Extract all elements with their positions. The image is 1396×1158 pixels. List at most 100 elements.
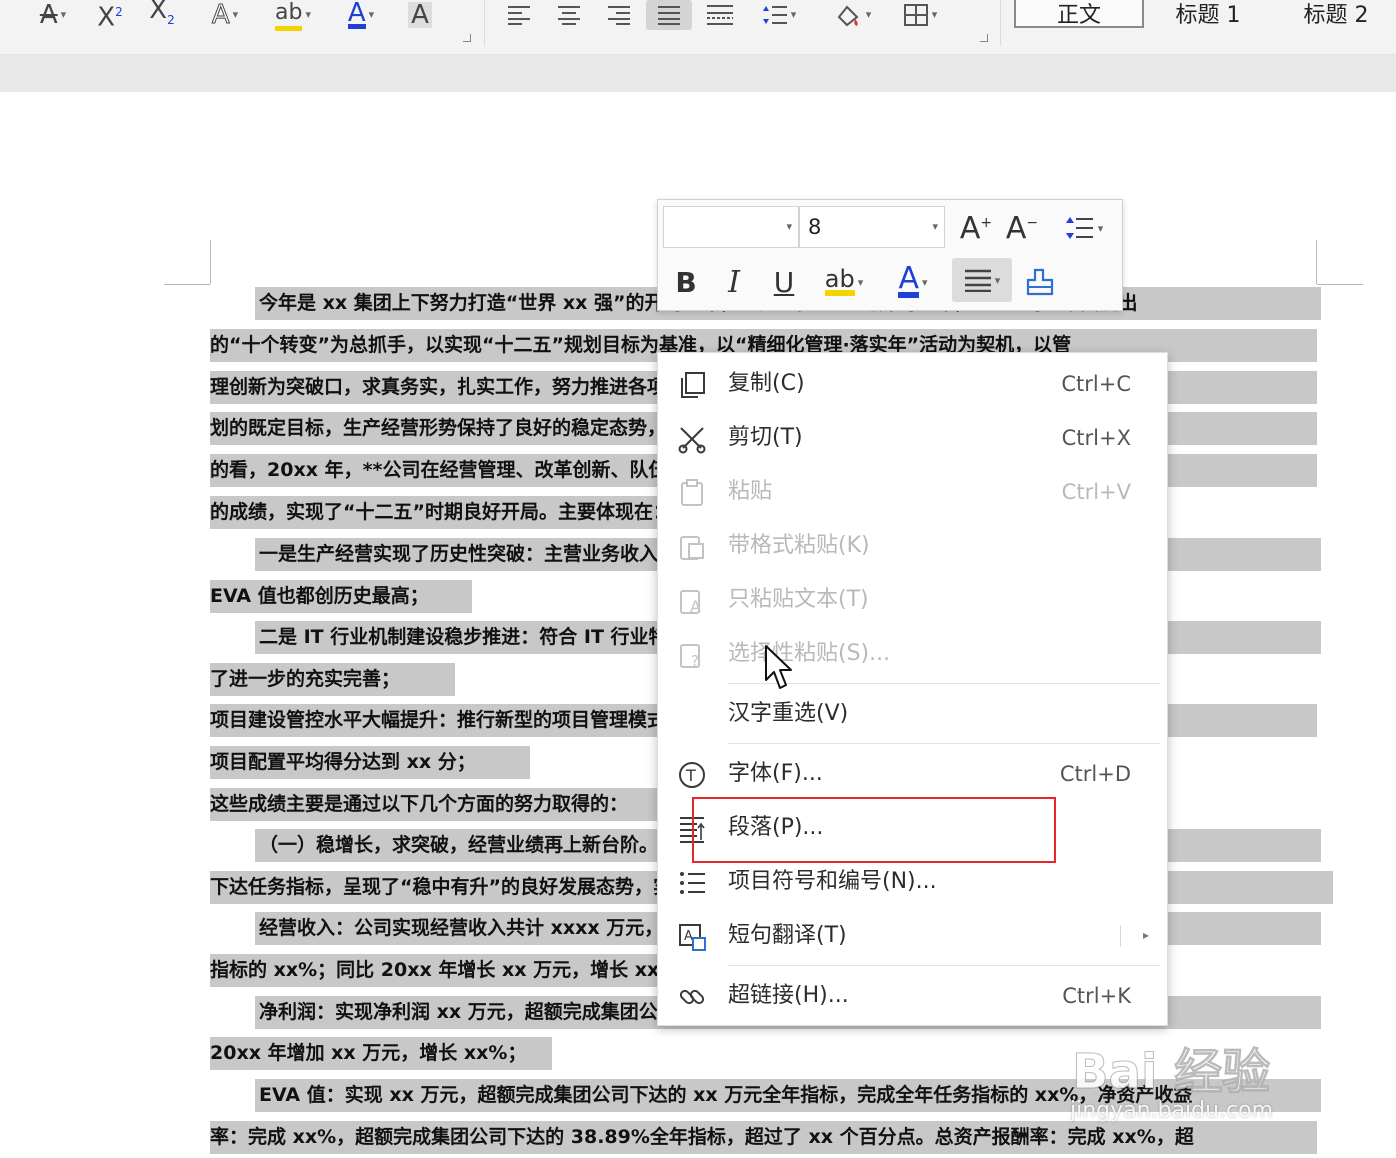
annotation-highlight-box	[692, 797, 1056, 863]
menu-item-paste[interactable]: 粘贴 Ctrl+V	[658, 467, 1167, 517]
watermark-logo: Bai 经验	[1071, 1044, 1271, 1101]
style-heading-2[interactable]: 标题 2	[1276, 0, 1396, 28]
italic-button[interactable]: I	[716, 260, 752, 304]
context-menu: 复制(C) Ctrl+C 剪切(T) Ctrl+X 粘贴 Ctrl+V 带格式粘…	[657, 352, 1168, 1026]
svg-text:A: A	[690, 597, 701, 616]
menu-item-translate-sentence[interactable]: A 短句翻译(T) ▸	[658, 911, 1167, 961]
menu-item-paste-special[interactable]: ? 选择性粘贴(S)...	[658, 629, 1167, 679]
align-right-button[interactable]	[600, 0, 638, 30]
justify-button[interactable]	[646, 0, 692, 30]
menu-item-label: 只粘贴文本(T)	[728, 587, 869, 612]
font-color-button[interactable]: A ▾	[884, 260, 942, 304]
distributed-icon	[707, 5, 733, 25]
submenu-divider	[1120, 925, 1121, 947]
svg-text:A: A	[684, 929, 693, 944]
document-line: 20xx 年增加 xx 万元，增长 xx%；	[210, 1037, 552, 1070]
menu-item-font[interactable]: T 字体(F)... Ctrl+D	[658, 749, 1167, 799]
menu-item-label: 剪切(T)	[728, 425, 803, 450]
menu-item-copy[interactable]: 复制(C) Ctrl+C	[658, 359, 1167, 409]
highlight-color-button[interactable]: ab ▾	[266, 0, 320, 31]
document-line: 项目配置平均得分达到 xx 分；	[210, 746, 530, 779]
document-line: EVA 值也都创历史最高；	[210, 580, 472, 613]
menu-item-label: 复制(C)	[728, 371, 805, 396]
menu-separator	[728, 743, 1160, 744]
svg-text:?: ?	[691, 652, 699, 670]
superscript-button[interactable]: X2	[90, 0, 130, 31]
shading-icon	[837, 5, 859, 27]
bullets-icon	[674, 865, 710, 901]
distributed-button[interactable]	[700, 0, 740, 30]
align-left-button[interactable]	[500, 0, 538, 30]
ribbon-separator	[484, 0, 485, 46]
align-center-icon	[558, 6, 580, 25]
underline-icon: U	[773, 265, 795, 299]
document-line: 了进一步的充实完善；	[210, 663, 455, 696]
font-size-select[interactable]: 8 ▾	[799, 206, 945, 248]
menu-item-label: 超链接(H)...	[728, 983, 849, 1008]
font-size-value: 8	[808, 215, 822, 239]
bold-icon: B	[675, 265, 697, 299]
menu-item-reselect-chinese[interactable]: 汉字重选(V)	[658, 689, 1167, 739]
align-center-button[interactable]	[550, 0, 588, 30]
document-line: 指标的 xx%；同比 20xx 年增长 xx 万元，增长 xx%；	[210, 954, 665, 987]
menu-item-bullets-numbering[interactable]: 项目符号和编号(N)...	[658, 857, 1167, 907]
menu-item-label: 短句翻译(T)	[728, 923, 847, 948]
text-effect-icon: A	[211, 0, 230, 30]
borders-icon	[903, 4, 928, 26]
font-color-icon: A	[898, 261, 919, 298]
menu-item-label: 汉字重选(V)	[728, 701, 849, 726]
align-right-icon	[608, 6, 630, 25]
menu-item-label: 粘贴	[728, 479, 773, 504]
style-normal[interactable]: 正文	[1014, 0, 1144, 28]
borders-button[interactable]: ▾	[892, 0, 948, 30]
paste-icon	[674, 475, 710, 511]
strikethrough-icon: A	[39, 0, 58, 30]
paragraph-dialog-launcher[interactable]	[980, 34, 988, 42]
line-spacing-button[interactable]: ▾	[1054, 206, 1114, 250]
chevron-down-icon: ▾	[786, 220, 792, 233]
bold-button[interactable]: B	[668, 260, 704, 304]
strikethrough-button[interactable]: A ▾	[28, 0, 78, 30]
link-icon	[674, 979, 710, 1015]
ribbon-bottom-strip	[0, 55, 1396, 92]
watermark-url: jingyan.baidu.com	[1070, 1098, 1274, 1123]
menu-item-cut[interactable]: 剪切(T) Ctrl+X	[658, 413, 1167, 463]
document-line: 的成绩，实现了“十二五”时期良好开局。主要体现在：	[210, 496, 665, 529]
justify-icon	[658, 6, 680, 25]
alignment-button[interactable]: ▾	[952, 258, 1012, 302]
menu-item-paste-with-format[interactable]: 带格式粘贴(K)	[658, 521, 1167, 571]
subscript-button[interactable]: X2	[142, 0, 182, 30]
font-color-button[interactable]: A ▾	[334, 0, 388, 30]
format-painter-button[interactable]	[1020, 260, 1060, 304]
menu-item-label: 选择性粘贴(S)...	[728, 641, 891, 666]
menu-item-paste-text-only[interactable]: A 只粘贴文本(T)	[658, 575, 1167, 625]
line-spacing-icon	[1065, 217, 1093, 239]
highlight-color-button[interactable]: ab ▾	[814, 260, 874, 304]
justify-icon	[964, 269, 991, 292]
svg-text:T: T	[685, 766, 696, 785]
highlight-color-icon: ab	[824, 267, 855, 296]
menu-item-shortcut: Ctrl+D	[1059, 762, 1131, 786]
menu-separator	[728, 965, 1160, 966]
chevron-down-icon: ▾	[932, 220, 938, 233]
shrink-font-button[interactable]: A−	[1002, 206, 1042, 250]
font-dialog-launcher[interactable]	[463, 34, 471, 42]
font-name-select[interactable]: ▾	[663, 206, 799, 248]
shading-button[interactable]: ▾	[824, 0, 880, 30]
character-shading-button[interactable]: A	[402, 0, 438, 30]
grow-font-button[interactable]: A+	[956, 206, 996, 250]
style-heading-1[interactable]: 标题 1	[1148, 0, 1268, 28]
scissors-icon	[674, 421, 710, 457]
line-spacing-button[interactable]: ▾	[752, 0, 806, 30]
text-effect-button[interactable]: A ▾	[198, 0, 252, 30]
menu-item-label: 项目符号和编号(N)...	[728, 869, 937, 894]
paste-special-icon: ?	[674, 637, 710, 673]
italic-icon: I	[728, 264, 740, 300]
character-shading-icon: A	[408, 2, 432, 28]
underline-button[interactable]: U	[766, 260, 802, 304]
paste-formatted-icon	[674, 529, 710, 565]
translate-icon: A	[674, 919, 710, 955]
crop-mark	[164, 284, 210, 285]
highlight-color-icon: ab	[275, 0, 303, 31]
crop-mark	[210, 240, 211, 284]
